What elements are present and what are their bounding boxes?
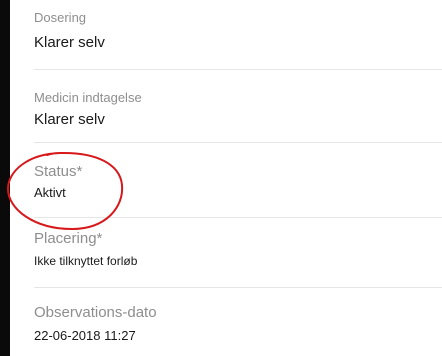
field-value: Klarer selv xyxy=(34,34,105,51)
field-label: Dosering xyxy=(34,10,87,25)
field-row-placering[interactable]: Placering* Ikke tilknyttet forløb xyxy=(10,218,442,288)
field-value: Klarer selv xyxy=(34,111,105,128)
field-label: Observations-dato xyxy=(34,304,157,321)
field-label: Status* xyxy=(34,163,83,180)
field-row-status[interactable]: Status* Aktivt xyxy=(10,143,442,218)
field-value: Ikke tilknyttet forløb xyxy=(34,254,138,268)
window-edge-bar xyxy=(0,0,10,356)
record-details-list: Dosering Klarer selv Medicin indtagelse … xyxy=(10,0,442,356)
field-value: Aktivt xyxy=(34,185,66,200)
field-row-medicin-indtagelse[interactable]: Medicin indtagelse Klarer selv xyxy=(10,70,442,143)
field-label: Placering* xyxy=(34,230,103,247)
field-row-observations-dato[interactable]: Observations-dato 22-06-2018 11:27 xyxy=(10,288,442,356)
field-row-dosering[interactable]: Dosering Klarer selv xyxy=(10,0,442,70)
field-value: 22-06-2018 11:27 xyxy=(34,328,136,343)
field-label: Medicin indtagelse xyxy=(34,90,142,105)
